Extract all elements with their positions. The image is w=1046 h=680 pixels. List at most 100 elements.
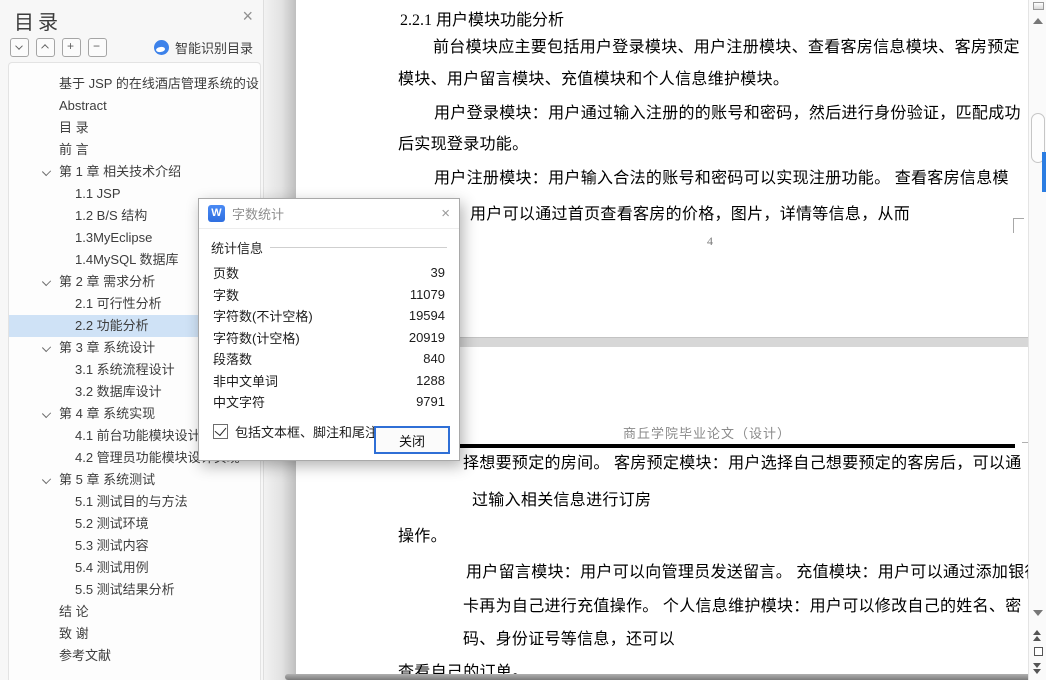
doc-text-line[interactable]: 用户留言模块：用户可以向管理员发送留言。 充值模块：用户可以通过添加银行 <box>466 558 1041 582</box>
doc-text-line[interactable]: 过输入相关信息进行订房 <box>472 486 651 510</box>
checkbox-checked-icon[interactable] <box>213 423 228 439</box>
toc-item-label: 1.3MyEclipse <box>75 230 153 245</box>
doc-text-line[interactable]: 模块、用户留言模块、充值模块和个人信息维护模块。 <box>398 65 789 89</box>
stat-value: 19594 <box>408 308 445 324</box>
collapse-up-button[interactable] <box>36 38 55 57</box>
ruler-toggle-icon[interactable] <box>1033 2 1044 10</box>
horizontal-scrollbar-thumb[interactable] <box>285 674 1040 680</box>
toc-panel-title: 目录 <box>14 12 62 34</box>
stat-row: 段落数 840 <box>213 348 445 370</box>
toc-item[interactable]: 目 录 <box>9 117 260 139</box>
toc-item[interactable]: 致 谢 <box>9 623 260 645</box>
doc-text-line[interactable]: 卡再为自己进行充值操作。 个人信息维护模块：用户可以修改自己的姓名、密 <box>463 592 1022 616</box>
chevron-down-icon[interactable] <box>43 168 51 176</box>
toc-item-label: 第 4 章 系统实现 <box>59 406 156 421</box>
stat-label: 非中文单词 <box>213 373 279 389</box>
doc-text-line[interactable]: 码、身份证号等信息，还可以 <box>463 625 675 649</box>
toc-item-label: 基于 JSP 的在线酒店管理系统的设 ... <box>59 76 260 91</box>
chevron-down-icon[interactable] <box>43 410 51 418</box>
select-browse-object-button[interactable] <box>1034 647 1043 656</box>
vertical-scrollbar[interactable] <box>1028 0 1046 680</box>
stat-label: 字数 <box>213 287 240 303</box>
doc-text-line[interactable]: 操作。 <box>398 522 447 546</box>
stat-row: 字符数(不计空格) 19594 <box>213 305 445 327</box>
toc-item[interactable]: Abstract <box>9 95 260 117</box>
double-down-icon <box>1033 663 1041 668</box>
toc-item-label: 5.1 测试目的与方法 <box>75 494 188 509</box>
toc-item-label: 第 5 章 系统测试 <box>59 472 156 487</box>
stat-label: 中文字符 <box>213 395 266 411</box>
wps-writer-window: 2.2.1 用户模块功能分析 前台模块应主要包括用户登录模块、用户注册模块、查看… <box>0 0 1046 680</box>
close-icon[interactable]: × <box>242 6 253 26</box>
stat-value: 9791 <box>416 394 445 410</box>
next-page-button[interactable] <box>1033 663 1041 674</box>
plus-icon: + <box>66 39 74 53</box>
toc-item-label: 5.3 测试内容 <box>75 538 149 553</box>
toc-item-label: 5.5 测试结果分析 <box>75 582 175 597</box>
stat-value: 39 <box>430 265 445 281</box>
doc-text-line[interactable]: 择想要预定的房间。 客房预定模块：用户选择自己想要预定的客房后，可以通 <box>463 449 1022 473</box>
toc-item-label: 第 3 章 系统设计 <box>59 340 156 355</box>
doc-text-line[interactable]: 用户可以通过首页查看客房的价格，图片，详情等信息，从而 <box>470 200 910 224</box>
close-icon[interactable]: × <box>441 206 450 221</box>
stat-label: 页数 <box>213 266 240 282</box>
toc-item[interactable]: 5.2 测试环境 <box>9 513 260 535</box>
doc-text-line[interactable]: 用户注册模块：用户输入合法的账号和密码可以实现注册功能。 查看客房信息模 <box>434 164 1009 188</box>
toc-item-label: 1.1 JSP <box>75 186 121 201</box>
toc-item-label: 1.2 B/S 结构 <box>75 208 148 223</box>
ai-robot-icon <box>153 40 169 55</box>
toc-item[interactable]: 基于 JSP 的在线酒店管理系统的设 ... <box>9 73 260 95</box>
toc-item-label: 参考文献 <box>59 648 112 663</box>
toc-item[interactable]: 第 1 章 相关技术介绍 <box>9 161 260 183</box>
smart-toc-button[interactable]: 智能识别目录 <box>153 38 253 57</box>
previous-page-button[interactable] <box>1033 630 1041 641</box>
toc-toolbar: + − <box>10 38 107 57</box>
chevron-down-icon[interactable] <box>43 476 51 484</box>
toc-item-label: 5.4 测试用例 <box>75 560 149 575</box>
stats-group-label: 统计信息 <box>211 238 447 257</box>
chevron-down-icon[interactable] <box>43 278 51 286</box>
stat-row: 页数 39 <box>213 262 445 284</box>
expand-all-button[interactable]: + <box>62 38 81 57</box>
toc-item-label: 3.2 数据库设计 <box>75 384 162 399</box>
scroll-up-arrow[interactable] <box>1033 18 1043 24</box>
smart-toc-label: 智能识别目录 <box>174 41 253 56</box>
stat-label: 字符数(计空格) <box>213 330 300 346</box>
checkbox-label: 包括文本框、脚注和尾注(F) <box>235 424 395 440</box>
stats-table: 页数 39 字数 11079 字符数(不计空格) 19594 字符数(计空格) 20919 段落… <box>213 262 445 413</box>
doc-text-line[interactable]: 用户登录模块：用户通过输入注册的的账号和密码，然后进行身份验证，匹配成功 <box>434 99 1021 123</box>
collapse-all-button[interactable]: − <box>88 38 107 57</box>
toc-item-label: 3.1 系统流程设计 <box>75 362 175 377</box>
stat-label: 字符数(不计空格) <box>213 309 313 325</box>
toc-item[interactable]: 结 论 <box>9 601 260 623</box>
toc-item[interactable]: 5.4 测试用例 <box>9 557 260 579</box>
chevron-down-icon[interactable] <box>43 344 51 352</box>
scroll-down-arrow[interactable] <box>1033 610 1043 616</box>
toc-item-label: 1.4MySQL 数据库 <box>75 252 179 267</box>
toc-item[interactable]: 5.5 测试结果分析 <box>9 579 260 601</box>
toc-item[interactable]: 第 5 章 系统测试 <box>9 469 260 491</box>
stat-row: 字符数(计空格) 20919 <box>213 327 445 349</box>
toc-item[interactable]: 5.1 测试目的与方法 <box>9 491 260 513</box>
toc-item-label: 前 言 <box>59 142 89 157</box>
toc-item-label: 第 2 章 需求分析 <box>59 274 156 289</box>
toc-item-label: 5.2 测试环境 <box>75 516 149 531</box>
dialog-title: 字数统计 <box>232 207 285 222</box>
doc-text-line[interactable]: 后实现登录功能。 <box>398 130 528 154</box>
minus-icon: − <box>92 39 100 53</box>
close-dialog-button[interactable]: 关闭 <box>374 426 450 454</box>
toc-item[interactable]: 参考文献 <box>9 645 260 667</box>
wps-logo-icon: W <box>208 205 225 222</box>
dialog-titlebar[interactable]: W 字数统计 × <box>199 199 459 229</box>
expand-down-button[interactable] <box>10 38 29 57</box>
toc-item-label: 致 谢 <box>59 626 89 641</box>
chevron-down-icon <box>16 43 22 49</box>
toc-item[interactable]: 前 言 <box>9 139 260 161</box>
toc-item-label: 第 1 章 相关技术介绍 <box>59 164 182 179</box>
word-count-dialog: W 字数统计 × 统计信息 页数 39 字数 11079 字符数(不计空格) 19594 字… <box>198 198 460 461</box>
double-down-icon <box>1033 669 1041 674</box>
doc-text-line[interactable]: 前台模块应主要包括用户登录模块、用户注册模块、查看客房信息模块、客房预定 <box>433 33 1020 57</box>
toc-item[interactable]: 5.3 测试内容 <box>9 535 260 557</box>
toc-item-label: 目 录 <box>59 120 89 135</box>
section-heading[interactable]: 2.2.1 用户模块功能分析 <box>400 6 564 30</box>
